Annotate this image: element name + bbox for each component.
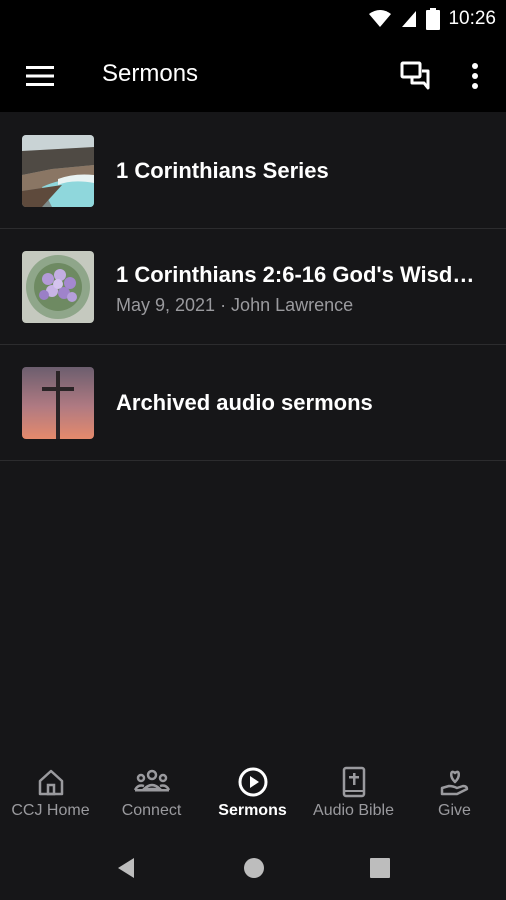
nav-label: Connect	[121, 802, 182, 819]
wifi-icon	[369, 10, 392, 27]
cell-signal-icon	[402, 11, 417, 27]
more-options-button[interactable]	[462, 56, 488, 96]
recents-square-icon	[370, 858, 390, 878]
sermon-meta: May 9, 2021 · John Lawrence	[116, 295, 354, 315]
nav-label: Audio Bible	[313, 802, 394, 819]
nav-item-ccj-home[interactable]: CCJ Home	[0, 752, 101, 836]
back-button[interactable]	[108, 852, 144, 884]
chat-button[interactable]	[396, 56, 436, 96]
home-icon	[36, 766, 66, 798]
nav-label: CCJ Home	[11, 802, 90, 819]
series-thumbnail	[22, 135, 94, 207]
bottom-navigation: CCJ Home Connect Sermons Audio Bible Giv…	[0, 752, 506, 836]
page-title: Sermons	[102, 60, 199, 87]
nav-label: Sermons	[218, 802, 287, 819]
more-vertical-icon	[472, 63, 478, 89]
recents-button[interactable]	[362, 850, 398, 886]
sermon-title: 1 Corinthians Series	[116, 158, 329, 183]
sermon-item-archived-audio[interactable]: Archived audio sermons	[0, 345, 506, 461]
app-bar: Sermons	[0, 38, 506, 112]
nav-item-give[interactable]: Give	[404, 752, 505, 836]
bible-icon	[340, 766, 368, 798]
nav-item-audio-bible[interactable]: Audio Bible	[303, 752, 404, 836]
give-heart-icon	[439, 766, 471, 798]
nav-label: Give	[438, 802, 471, 819]
sermon-title: Archived audio sermons	[116, 390, 373, 415]
back-triangle-icon	[118, 858, 134, 878]
hamburger-menu-icon	[26, 66, 54, 86]
play-circle-icon	[237, 766, 269, 798]
sermon-item-gods-wisdom[interactable]: 1 Corinthians 2:6-16 God's Wisdom May 9,…	[0, 229, 506, 345]
nav-item-sermons[interactable]: Sermons	[202, 752, 303, 836]
nav-item-connect[interactable]: Connect	[101, 752, 202, 836]
flowers-thumbnail	[22, 251, 94, 323]
menu-button[interactable]	[22, 58, 58, 94]
battery-icon	[426, 8, 441, 30]
home-circle-icon	[244, 858, 264, 878]
status-icons: 10:26	[368, 6, 496, 32]
sermon-list: 1 Corinthians Series 1 Corinthians 2:6-1…	[0, 113, 506, 461]
sermon-item-corinthians-series[interactable]: 1 Corinthians Series	[0, 113, 506, 229]
status-time: 10:26	[448, 8, 496, 29]
group-icon	[133, 766, 170, 798]
sermon-title: 1 Corinthians 2:6-16 God's Wisdom	[116, 262, 480, 287]
status-bar: 10:26	[0, 0, 506, 38]
system-navigation-bar	[0, 836, 506, 900]
home-button[interactable]	[236, 850, 272, 886]
cross-thumbnail	[22, 367, 94, 439]
chat-icon	[400, 61, 430, 90]
